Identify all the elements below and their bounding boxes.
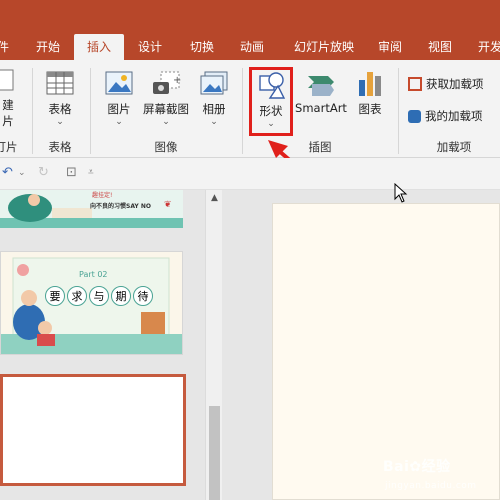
store-icon [408,77,422,91]
slide-thumbnail-2[interactable]: Part 02 要 求 与 期 待 [0,251,183,355]
shapes-highlight-box [249,67,293,136]
ribbon-separator [242,68,243,154]
ribbon-tab-bar: 件 开始 插入 设计 切换 动画 幻灯片放映 审阅 视图 开发 [0,0,500,60]
ribbon-separator [398,68,399,154]
slide1-tag: 趣挂定! [92,192,113,199]
my-addins-button[interactable]: 我的加载项 [408,108,500,124]
chart-button[interactable]: 图表 [352,70,388,117]
new-slide-button[interactable]: 建 片 [0,66,22,129]
photo-album-button[interactable]: 相册 ⌄ [196,70,232,127]
tab-design[interactable]: 设计 [128,34,172,60]
mouse-cursor-icon [394,183,408,203]
table-button[interactable]: 表格 ⌄ [40,70,80,127]
redo-icon[interactable]: ↻ [38,165,49,180]
pictures-button[interactable]: 图片 ⌄ [100,70,138,127]
table-group-label: 表格 [48,140,72,154]
svg-text:+: + [173,75,181,86]
addin-icon [408,109,421,123]
screenshot-button[interactable]: + 屏幕截图 ⌄ [140,70,192,127]
presentation-icon[interactable]: ⊡ [66,165,77,180]
picture-icon [105,71,133,95]
tab-insert[interactable]: 插入 [74,34,124,60]
scrollbar-thumb[interactable] [209,406,220,500]
title-char-circle: 待 [133,286,153,306]
table-icon [46,71,74,95]
undo-icon[interactable]: ↶ [2,165,13,180]
customize-toolbar-icon[interactable]: ⩡ [88,167,94,178]
thumbnail-scrollbar[interactable]: ▲ [205,190,222,500]
tab-animations[interactable]: 动画 [230,34,274,60]
powerpoint-window: 件 开始 插入 设计 切换 动画 幻灯片放映 审阅 视图 开发 建 片 灯片 表… [0,0,500,500]
ribbon-separator [32,68,33,154]
ribbon-separator [90,68,91,154]
chevron-down-icon: ⌄ [115,117,123,127]
slides-group-label: 灯片 [0,140,18,154]
slide1-text: 向不良的习惯SAY NO [90,203,151,210]
tab-slideshow[interactable]: 幻灯片放映 [284,34,364,60]
tab-review[interactable]: 审阅 [368,34,412,60]
image-group-label: 图像 [154,140,178,154]
title-char-circle: 要 [45,286,65,306]
new-slide-icon [0,69,14,91]
slide2-title-circles: 要 求 与 期 待 [45,286,155,308]
bar-chart-icon [359,72,381,96]
title-char-circle: 求 [67,286,87,306]
scroll-up-icon[interactable]: ▲ [209,193,220,204]
chevron-down-icon: ⌄ [162,117,170,127]
addins-group-label: 加载项 [436,140,472,154]
baidu-watermark: Bai✿经验jingyan.baidu.com [383,459,477,491]
chevron-down-icon: ⌄ [210,117,218,127]
get-addins-button[interactable]: 获取加载项 [408,76,500,92]
tab-home[interactable]: 开始 [26,34,70,60]
title-char-circle: 与 [89,286,109,306]
quick-access-toolbar: ↶ ⌄ ↻ ⊡ ⩡ [0,158,500,190]
smartart-icon [308,76,334,96]
title-char-circle: 期 [111,286,131,306]
slide2-part-label: Part 02 [79,270,108,279]
screenshot-icon: + [153,71,181,94]
tab-transitions[interactable]: 切换 [180,34,224,60]
photo-album-icon [200,71,228,95]
tab-file[interactable]: 件 [0,34,10,60]
slide-thumbnail-1[interactable]: 趣挂定! 向不良的习惯SAY NO ❦ [0,190,183,228]
cherry-icon: ❦ [164,200,172,210]
tab-developer[interactable]: 开发 [472,34,500,60]
slide-thumbnail-3-selected[interactable] [0,374,186,486]
smartart-button[interactable]: SmartArt [294,70,348,115]
paw-icon: ✿ [409,459,422,475]
chevron-down-icon[interactable]: ⌄ [18,168,26,178]
tab-view[interactable]: 视图 [418,34,462,60]
chevron-down-icon: ⌄ [56,117,64,127]
